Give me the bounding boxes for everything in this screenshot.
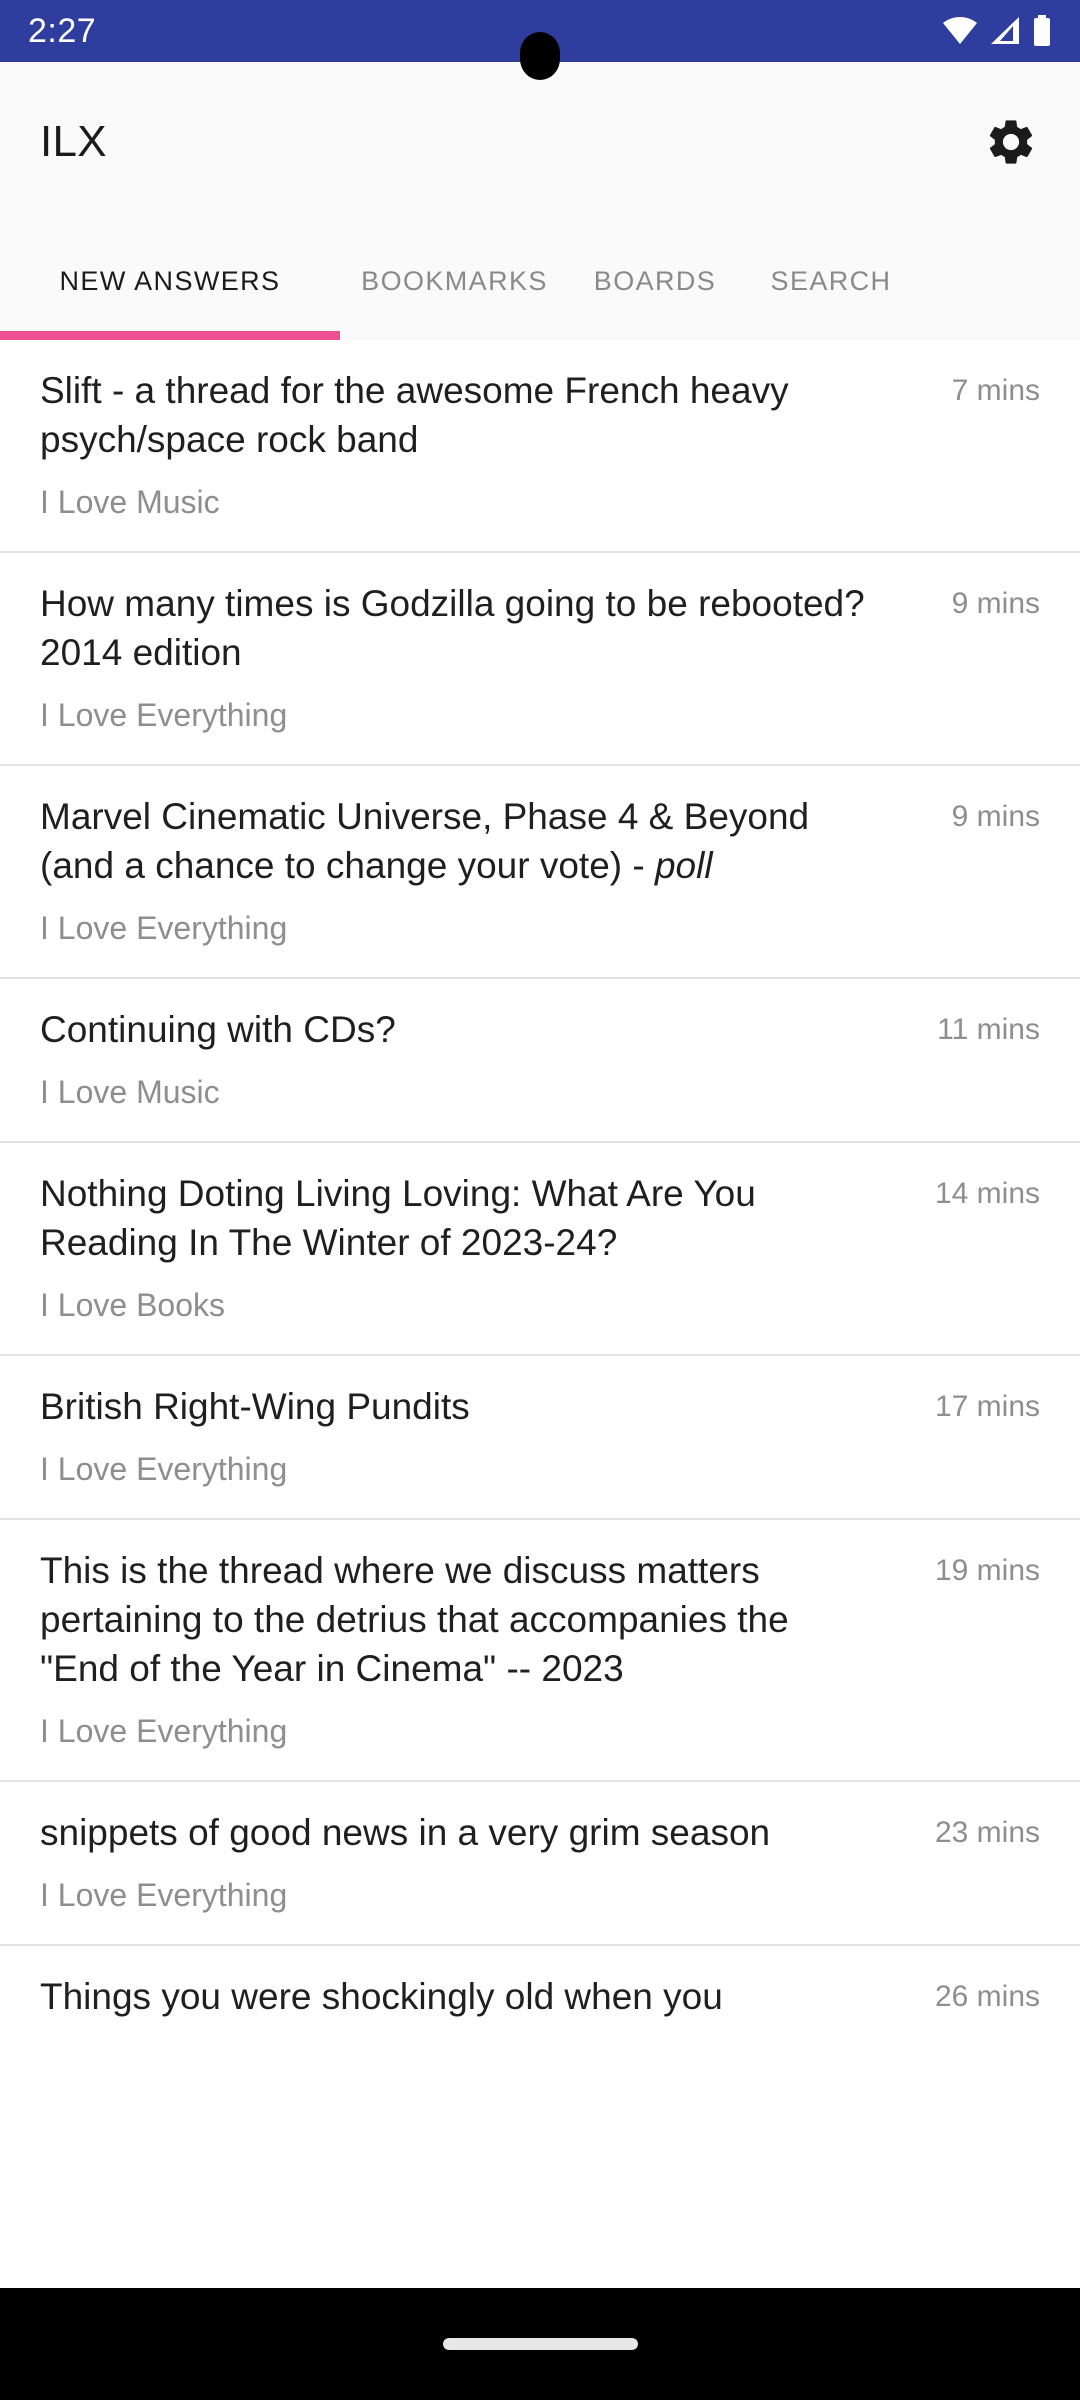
cell-signal-icon bbox=[989, 16, 1021, 46]
thread-timestamp: 9 mins bbox=[951, 587, 1040, 620]
thread-row[interactable]: Continuing with CDs? I Love Music 11 mins bbox=[0, 979, 1080, 1143]
thread-title: Nothing Doting Living Loving: What Are Y… bbox=[40, 1173, 756, 1263]
thread-row-main: snippets of good news in a very grim sea… bbox=[40, 1808, 890, 1914]
battery-icon bbox=[1032, 15, 1052, 47]
thread-row[interactable]: snippets of good news in a very grim sea… bbox=[0, 1782, 1080, 1946]
thread-row-main: Continuing with CDs? I Love Music bbox=[40, 1005, 890, 1111]
system-nav-bar bbox=[0, 2288, 1080, 2400]
thread-title: How many times is Godzilla going to be r… bbox=[40, 583, 865, 673]
thread-timestamp: 26 mins bbox=[934, 1980, 1040, 2013]
thread-row-main: How many times is Godzilla going to be r… bbox=[40, 579, 890, 734]
gear-icon bbox=[984, 115, 1038, 169]
thread-title-italic-suffix: poll bbox=[654, 845, 713, 886]
thread-timestamp: 23 mins bbox=[934, 1816, 1040, 1849]
thread-title: This is the thread where we discuss matt… bbox=[40, 1550, 789, 1689]
thread-timestamp: 14 mins bbox=[934, 1177, 1040, 1210]
thread-board-label: I Love Music bbox=[40, 484, 220, 520]
thread-board-label: I Love Everything bbox=[40, 1713, 288, 1749]
thread-board-label: I Love Everything bbox=[40, 1451, 288, 1487]
thread-board-label: I Love Everything bbox=[40, 1877, 288, 1913]
app-bar: ILX bbox=[0, 62, 1080, 222]
status-bar-clock: 2:27 bbox=[28, 12, 97, 50]
thread-row-main: Things you were shockingly old when you bbox=[40, 1972, 890, 2021]
thread-title: Continuing with CDs? bbox=[40, 1009, 396, 1050]
thread-row[interactable]: Things you were shockingly old when you 2… bbox=[0, 1946, 1080, 2021]
thread-row-main: British Right-Wing Pundits I Love Everyth… bbox=[40, 1382, 890, 1488]
tab-boards[interactable]: BOARDS bbox=[569, 222, 741, 340]
thread-board-label: I Love Music bbox=[40, 1074, 220, 1110]
wifi-icon bbox=[942, 16, 978, 46]
status-bar-icons bbox=[942, 15, 1052, 47]
thread-title: Things you were shockingly old when you bbox=[40, 1976, 723, 2017]
thread-row[interactable]: Nothing Doting Living Loving: What Are Y… bbox=[0, 1143, 1080, 1356]
thread-row[interactable]: Slift - a thread for the awesome French … bbox=[0, 340, 1080, 553]
thread-row-main: Slift - a thread for the awesome French … bbox=[40, 366, 890, 521]
thread-list[interactable]: Slift - a thread for the awesome French … bbox=[0, 340, 1080, 2400]
thread-row[interactable]: British Right-Wing Pundits I Love Everyth… bbox=[0, 1356, 1080, 1520]
phone-screen: 2:27 ILX NEW ANSWERS BOOKMARKS BOARDS SE… bbox=[0, 0, 1080, 2400]
thread-title: snippets of good news in a very grim sea… bbox=[40, 1812, 771, 1853]
thread-row-main: Marvel Cinematic Universe, Phase 4 & Bey… bbox=[40, 792, 890, 947]
settings-button[interactable] bbox=[980, 111, 1042, 173]
home-indicator[interactable] bbox=[442, 2338, 638, 2350]
thread-title: Marvel Cinematic Universe, Phase 4 & Bey… bbox=[40, 796, 810, 886]
thread-row[interactable]: How many times is Godzilla going to be r… bbox=[0, 553, 1080, 766]
thread-timestamp: 9 mins bbox=[951, 800, 1040, 833]
tab-bar: NEW ANSWERS BOOKMARKS BOARDS SEARCH bbox=[0, 222, 1080, 340]
thread-timestamp: 7 mins bbox=[951, 374, 1040, 407]
tab-active-indicator bbox=[0, 331, 340, 340]
thread-timestamp: 19 mins bbox=[934, 1554, 1040, 1587]
thread-row-main: Nothing Doting Living Loving: What Are Y… bbox=[40, 1169, 890, 1324]
thread-board-label: I Love Books bbox=[40, 1287, 225, 1323]
thread-board-label: I Love Everything bbox=[40, 697, 288, 733]
thread-title: Slift - a thread for the awesome French … bbox=[40, 370, 789, 460]
thread-board-label: I Love Everything bbox=[40, 910, 288, 946]
camera-notch bbox=[520, 32, 560, 80]
tab-new-answers[interactable]: NEW ANSWERS bbox=[0, 222, 340, 340]
thread-title: British Right-Wing Pundits bbox=[40, 1386, 470, 1427]
thread-timestamp: 11 mins bbox=[937, 1013, 1040, 1046]
app-title: ILX bbox=[40, 117, 107, 166]
thread-row[interactable]: Marvel Cinematic Universe, Phase 4 & Bey… bbox=[0, 766, 1080, 979]
tab-search[interactable]: SEARCH bbox=[741, 222, 921, 340]
status-bar: 2:27 bbox=[0, 0, 1080, 80]
thread-row[interactable]: This is the thread where we discuss matt… bbox=[0, 1520, 1080, 1782]
thread-row-main: This is the thread where we discuss matt… bbox=[40, 1546, 890, 1750]
thread-timestamp: 17 mins bbox=[934, 1390, 1040, 1423]
tab-bookmarks[interactable]: BOOKMARKS bbox=[340, 222, 569, 340]
